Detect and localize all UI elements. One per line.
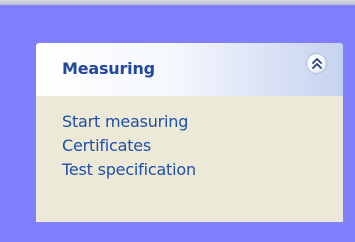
test-specification-link[interactable]: Test specification bbox=[62, 160, 196, 179]
panel-title: Measuring bbox=[62, 59, 155, 78]
chevron-double-up-icon bbox=[312, 58, 322, 69]
collapse-button[interactable] bbox=[306, 53, 327, 74]
panel-header[interactable]: Measuring bbox=[36, 43, 343, 96]
window-top-edge bbox=[0, 0, 355, 5]
certificates-link[interactable]: Certificates bbox=[62, 136, 151, 155]
panel-body: Start measuring Certificates Test specif… bbox=[36, 96, 343, 222]
start-measuring-link[interactable]: Start measuring bbox=[62, 112, 188, 131]
measuring-task-panel: Measuring Start measuring Certificates T… bbox=[36, 43, 343, 222]
